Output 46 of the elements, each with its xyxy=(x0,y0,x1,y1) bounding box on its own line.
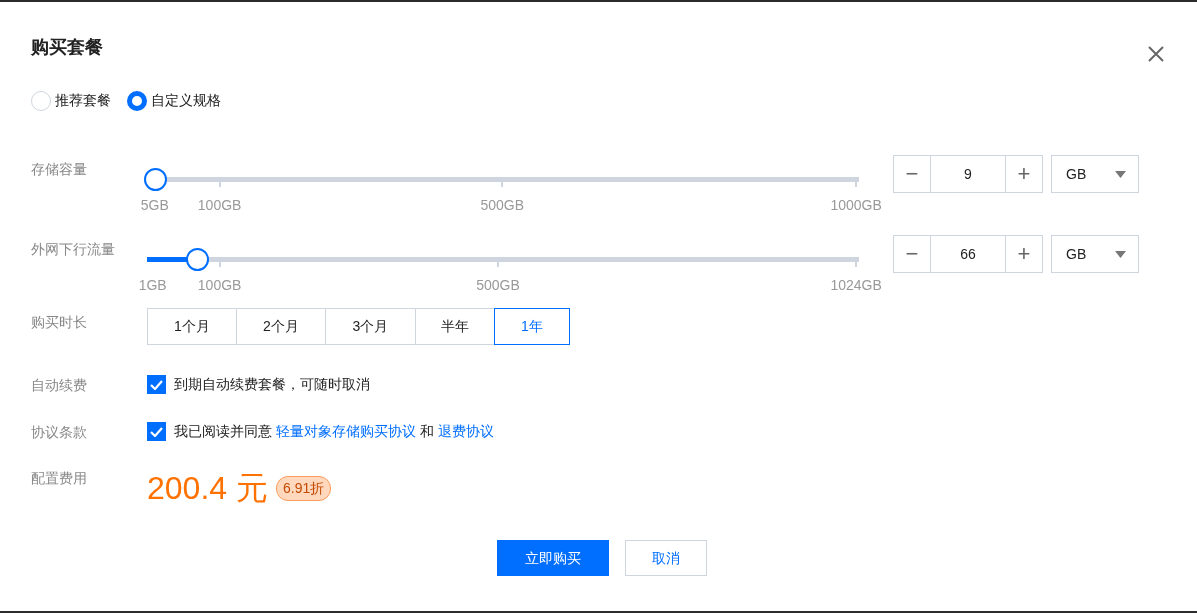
tick-label: 100GB xyxy=(197,196,242,215)
unit-value: GB xyxy=(1066,244,1087,264)
unit-select[interactable]: GB xyxy=(1051,155,1139,193)
checkbox[interactable] xyxy=(147,422,166,441)
close-icon[interactable] xyxy=(1146,44,1166,64)
duration-tab[interactable]: 3个月 xyxy=(325,308,416,345)
price-amount: 200.4 元 xyxy=(147,472,268,504)
tick-label: 100GB xyxy=(197,276,242,295)
minus-button[interactable]: − xyxy=(893,235,931,273)
agreement-text: 我已阅读并同意 轻量对象存储购买协议 和 退费协议 xyxy=(174,422,494,441)
agreement-link[interactable]: 轻量对象存储购买协议 xyxy=(275,423,416,439)
refund-link[interactable]: 退费协议 xyxy=(437,423,494,439)
checkbox-label[interactable]: 到期自动续费套餐，可随时取消 xyxy=(174,374,370,395)
duration-tab[interactable]: 半年 xyxy=(415,308,495,345)
tick-label: 1024GB xyxy=(830,276,882,295)
tick-label: 5GB xyxy=(140,196,169,215)
duration-tab[interactable]: 2个月 xyxy=(236,308,326,345)
minus-button[interactable]: − xyxy=(893,155,931,193)
radio-button[interactable] xyxy=(127,90,147,111)
cancel-button[interactable]: 取消 xyxy=(624,540,707,576)
plus-button[interactable]: + xyxy=(1005,235,1043,273)
dialog-title: 购买套餐 xyxy=(31,37,103,59)
checkbox[interactable] xyxy=(147,375,166,394)
unit-select[interactable]: GB xyxy=(1051,235,1139,273)
tick-label: 1000GB xyxy=(830,196,882,215)
plus-button[interactable]: + xyxy=(1005,155,1043,193)
number-input[interactable]: 9 xyxy=(930,155,1006,193)
duration-tab[interactable]: 1个月 xyxy=(147,308,237,345)
radio-label[interactable]: 推荐套餐 xyxy=(55,90,111,111)
unit-value: GB xyxy=(1066,164,1087,184)
number-input[interactable]: 66 xyxy=(930,235,1006,273)
slider-thumb[interactable] xyxy=(143,168,167,191)
buy-button[interactable]: 立即购买 xyxy=(496,540,609,576)
slider-thumb[interactable] xyxy=(185,248,209,271)
field-label: 协议条款 xyxy=(31,423,88,442)
tick-label: 500GB xyxy=(476,276,520,295)
radio-label[interactable]: 自定义规格 xyxy=(151,90,221,111)
field-label: 自动续费 xyxy=(31,376,88,395)
caret-icon xyxy=(1115,170,1126,178)
discount-badge: 6.91折 xyxy=(275,475,332,501)
field-label: 配置费用 xyxy=(31,469,88,488)
tick-label: 500GB xyxy=(480,196,525,215)
tick-label: 1GB xyxy=(138,276,167,295)
duration-tab[interactable]: 1年 xyxy=(494,308,570,345)
field-label: 购买时长 xyxy=(31,313,88,332)
caret-icon xyxy=(1115,250,1126,258)
